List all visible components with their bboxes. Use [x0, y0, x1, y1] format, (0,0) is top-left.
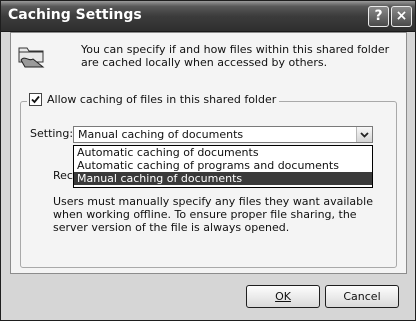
chevron-down-icon[interactable]	[356, 127, 372, 142]
ok-button[interactable]: OK	[246, 285, 320, 308]
allow-caching-checkbox[interactable]	[29, 93, 42, 106]
title-bar[interactable]: Caching Settings ? ×	[1, 1, 415, 32]
setting-description: Users must manually specify any files th…	[53, 195, 373, 234]
allow-caching-label[interactable]: Allow caching of files in this shared fo…	[47, 93, 276, 106]
option-automatic-documents[interactable]: Automatic caching of documents	[74, 146, 372, 159]
option-manual-documents[interactable]: Manual caching of documents	[74, 172, 372, 185]
intro-text: You can specify if and how files within …	[81, 43, 390, 69]
allow-caching-option[interactable]: Allow caching of files in this shared fo…	[27, 93, 280, 106]
setting-select[interactable]: Manual caching of documents	[73, 126, 373, 143]
settings-panel: You can specify if and how files within …	[10, 32, 407, 274]
dialog-title: Caching Settings	[8, 7, 142, 23]
ok-label: OK	[275, 290, 291, 303]
close-button[interactable]: ×	[391, 6, 412, 27]
setting-dropdown-list: Automatic caching of documents Automatic…	[73, 145, 373, 188]
recommendation-text: Rec	[53, 169, 73, 182]
setting-selected-value: Manual caching of documents	[78, 128, 244, 141]
checkmark-icon	[31, 95, 40, 104]
help-button[interactable]: ?	[368, 6, 389, 27]
cancel-button[interactable]: Cancel	[325, 285, 399, 308]
caching-settings-dialog: Caching Settings ? × You can specify if …	[0, 0, 416, 321]
setting-label: Setting:	[30, 127, 74, 140]
shared-folder-icon	[16, 40, 48, 72]
option-automatic-programs-documents[interactable]: Automatic caching of programs and docume…	[74, 159, 372, 172]
